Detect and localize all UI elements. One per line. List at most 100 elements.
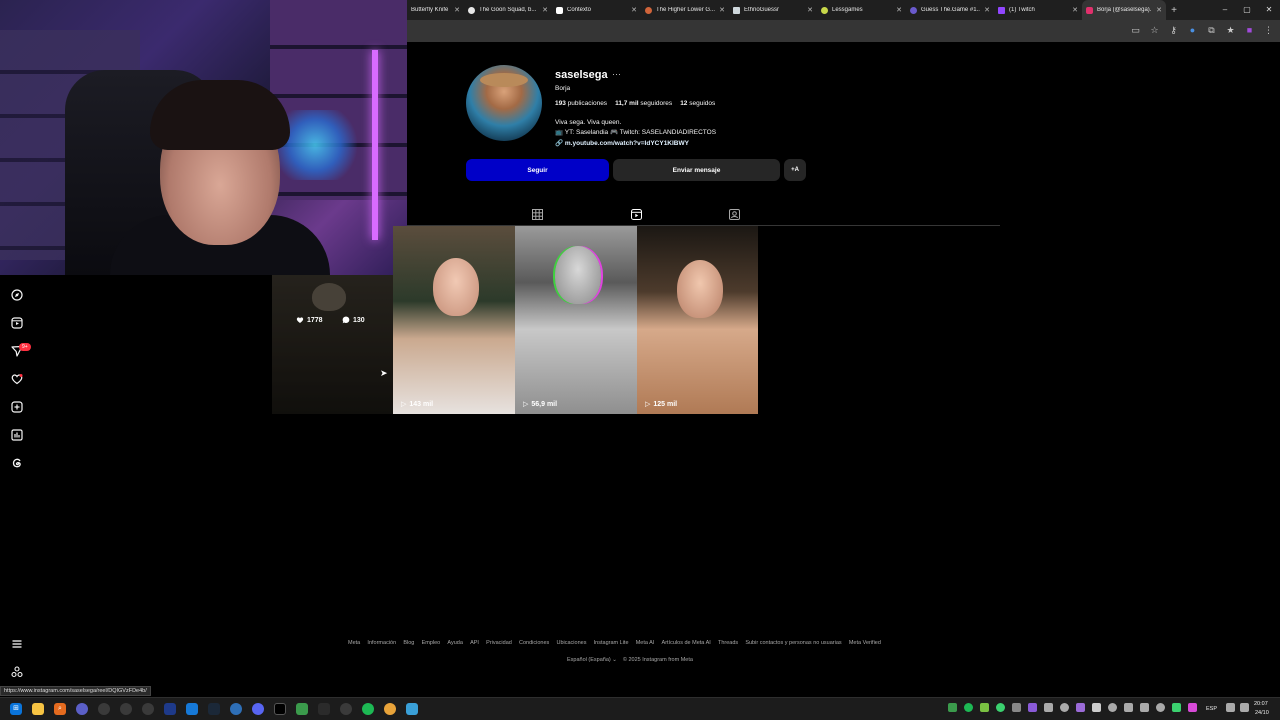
menu-icon[interactable] [10, 637, 24, 651]
footer-link[interactable]: Condiciones [519, 640, 549, 646]
footer-link[interactable]: Información [367, 640, 396, 646]
tray-icon[interactable] [1140, 703, 1149, 712]
close-icon[interactable]: ✕ [542, 6, 548, 14]
footer-link[interactable]: Artículos de Meta AI [662, 640, 711, 646]
app-icon[interactable] [318, 703, 330, 715]
followers-stat[interactable]: 11,7 mil seguidores [615, 100, 672, 107]
tray-icon[interactable] [1044, 703, 1053, 712]
browser-tab-active[interactable]: Borja (@saselsega)... ✕ [1082, 0, 1166, 20]
app-icon[interactable] [164, 703, 176, 715]
tray-icon[interactable] [980, 703, 989, 712]
send-message-button[interactable]: Enviar mensaje [613, 159, 780, 181]
microphone-icon[interactable] [1188, 703, 1197, 712]
close-icon[interactable]: ✕ [807, 6, 813, 14]
app-icon[interactable] [230, 703, 242, 715]
language-selector[interactable]: Español (España) ⌄ [567, 657, 617, 663]
reel-tile[interactable]: ▷ 143 mil [393, 226, 515, 414]
threads-icon[interactable] [10, 456, 24, 470]
tray-icon[interactable] [1028, 703, 1037, 712]
notepad-icon[interactable] [406, 703, 418, 715]
profile-avatar-icon[interactable]: ■ [1244, 25, 1255, 36]
tray-icon[interactable] [948, 703, 957, 712]
add-user-button[interactable]: +A [784, 159, 806, 181]
minimize-button[interactable]: – [1214, 0, 1236, 20]
clock-date[interactable]: 24/10 [1255, 710, 1269, 716]
footer-link[interactable]: Meta Verified [849, 640, 881, 646]
reel-tile[interactable]: ▷ 125 mil [637, 226, 758, 414]
bio-link[interactable]: 🔗 m.youtube.com/watch?v=IdYCY1KIBWY [555, 139, 689, 147]
follow-button[interactable]: Seguir [466, 159, 609, 181]
app-icon[interactable] [340, 703, 352, 715]
footer-link[interactable]: Subir contactos y personas no usuarias [745, 640, 841, 646]
close-icon[interactable]: ✕ [896, 6, 902, 14]
reel-tile-hovered[interactable]: 1778 130 ➤ [272, 275, 393, 414]
tray-icon[interactable] [1108, 703, 1117, 712]
network-icon[interactable] [1240, 703, 1249, 712]
close-icon[interactable]: ✕ [1072, 6, 1078, 14]
footer-link[interactable]: API [470, 640, 479, 646]
maximize-button[interactable]: ▢ [1236, 0, 1258, 20]
app-icon[interactable] [76, 703, 88, 715]
create-icon[interactable] [10, 400, 24, 414]
file-explorer-icon[interactable] [32, 703, 44, 715]
profile-avatar[interactable] [466, 65, 542, 141]
meta-icon[interactable] [10, 665, 24, 679]
search-icon[interactable]: ⌕ [54, 703, 66, 715]
bookmarks-icon[interactable]: ★ [1225, 25, 1236, 36]
close-icon[interactable]: ✕ [719, 6, 725, 14]
tiktok-icon[interactable] [274, 703, 286, 715]
browser-tab[interactable]: Guess The.Game #1... ✕ [906, 0, 994, 20]
edge-icon[interactable] [186, 703, 198, 715]
more-options-icon[interactable]: ··· [612, 69, 621, 79]
browser-tab[interactable]: Contexto ✕ [552, 0, 641, 20]
extension-icon[interactable]: ● [1187, 25, 1198, 36]
app-icon[interactable] [296, 703, 308, 715]
close-icon[interactable]: ✕ [454, 6, 460, 14]
clock-time[interactable]: 20:07 [1254, 701, 1268, 707]
footer-link[interactable]: Ayuda [447, 640, 463, 646]
close-icon[interactable]: ✕ [984, 6, 990, 14]
reels-icon[interactable] [10, 316, 24, 330]
obs-icon[interactable] [142, 703, 154, 715]
input-language[interactable]: ESP [1206, 706, 1217, 712]
browser-tab[interactable]: Butterfly Knife D... ✕ [407, 0, 464, 20]
browser-tab[interactable]: The Higher Lower G... ✕ [641, 0, 729, 20]
compass-icon[interactable] [10, 288, 24, 302]
discord-icon[interactable] [252, 703, 264, 715]
tray-icon[interactable] [1092, 703, 1101, 712]
footer-link[interactable]: Blog [403, 640, 414, 646]
puzzle-icon[interactable]: ⧉ [1206, 25, 1217, 36]
close-window-button[interactable]: ✕ [1258, 0, 1280, 20]
reel-tile[interactable]: ▷ 56,9 mil [515, 226, 637, 414]
tray-icon[interactable] [1172, 703, 1181, 712]
tray-icon[interactable] [1012, 703, 1021, 712]
following-stat[interactable]: 12 seguidos [680, 100, 715, 107]
close-icon[interactable]: ✕ [631, 6, 637, 14]
footer-link[interactable]: Meta [348, 640, 360, 646]
app-icon[interactable] [98, 703, 110, 715]
new-tab-button[interactable]: + [1166, 5, 1182, 16]
tray-icon[interactable] [996, 703, 1005, 712]
browser-tab[interactable]: The Goon Squad, b... ✕ [464, 0, 552, 20]
dashboard-icon[interactable] [10, 428, 24, 442]
kebab-menu-icon[interactable]: ⋮ [1263, 25, 1274, 36]
app-icon[interactable] [120, 703, 132, 715]
reels-tab-icon[interactable] [630, 209, 642, 221]
tray-icon[interactable] [964, 703, 973, 712]
tagged-icon[interactable] [728, 209, 740, 221]
footer-link[interactable]: Ubicaciones [557, 640, 587, 646]
browser-tab[interactable]: EthnoGuessr ✕ [729, 0, 817, 20]
steam-icon[interactable] [208, 703, 220, 715]
browser-tab[interactable]: Lessgames ✕ [817, 0, 906, 20]
heart-icon[interactable] [10, 372, 24, 386]
footer-link[interactable]: Empleo [422, 640, 441, 646]
footer-link[interactable]: Instagram Lite [594, 640, 629, 646]
footer-link[interactable]: Meta AI [636, 640, 655, 646]
windows-start-icon[interactable]: ⊞ [10, 703, 22, 715]
tray-icon[interactable] [1156, 703, 1165, 712]
tray-icon[interactable] [1060, 703, 1069, 712]
cast-icon[interactable]: ▭ [1130, 25, 1141, 36]
browser-tab[interactable]: (1) Twitch ✕ [994, 0, 1082, 20]
spotify-icon[interactable] [362, 703, 374, 715]
footer-link[interactable]: Privacidad [486, 640, 512, 646]
